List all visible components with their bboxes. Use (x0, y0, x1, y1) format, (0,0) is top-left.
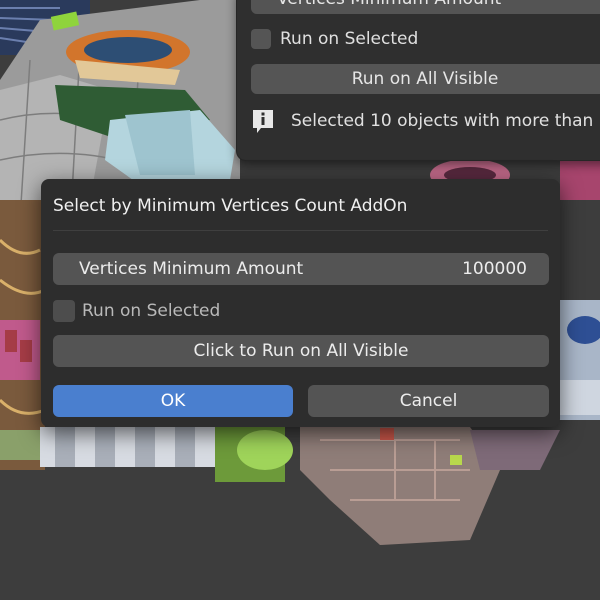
bg-info-message: Selected 10 objects with more than 10 (251, 106, 600, 136)
bg-run-on-selected-checkbox[interactable] (251, 29, 271, 49)
bg-vertices-minimum-field[interactable]: Vertices Minimum Amount (251, 0, 600, 14)
bg-run-on-selected-row[interactable]: Run on Selected (251, 28, 418, 50)
dialog-title: Select by Minimum Vertices Count AddOn (53, 196, 408, 216)
vertices-minimum-amount-field[interactable]: Vertices Minimum Amount 100000 (53, 253, 549, 285)
run-on-selected-row[interactable]: Run on Selected (53, 299, 220, 323)
ok-button[interactable]: OK (53, 385, 293, 417)
info-icon (251, 108, 275, 134)
run-on-selected-label: Run on Selected (82, 301, 221, 321)
background-addon-panel: Vertices Minimum Amount Run on Selected … (236, 0, 600, 161)
click-to-run-on-all-visible-button[interactable]: Click to Run on All Visible (53, 335, 549, 367)
vertices-minimum-amount-label: Vertices Minimum Amount (79, 259, 304, 279)
dialog-divider (53, 230, 548, 231)
bg-run-on-all-visible-button[interactable]: Run on All Visible (251, 64, 600, 94)
addon-dialog: Select by Minimum Vertices Count AddOn V… (41, 179, 560, 427)
vertices-minimum-amount-value: 100000 (462, 259, 527, 279)
cancel-button[interactable]: Cancel (308, 385, 549, 417)
bg-run-on-selected-label: Run on Selected (280, 29, 419, 49)
bg-info-text: Selected 10 objects with more than 10 (291, 111, 600, 131)
run-on-selected-checkbox[interactable] (53, 300, 75, 322)
